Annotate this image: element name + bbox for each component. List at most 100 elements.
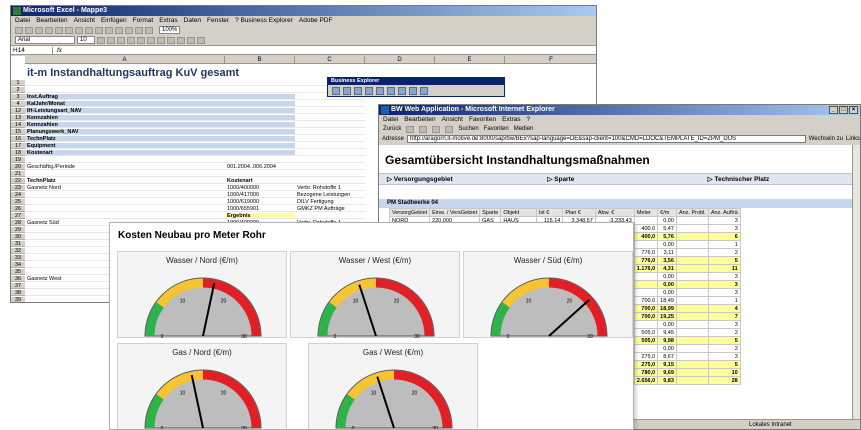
row-number[interactable]: 27 [11, 213, 25, 219]
cell[interactable] [295, 101, 365, 107]
align-right-icon[interactable] [147, 36, 155, 44]
row-number[interactable]: 23 [11, 185, 25, 191]
menu-item[interactable]: Extras [159, 17, 177, 24]
column-header[interactable]: F [505, 56, 596, 64]
save-icon[interactable] [35, 26, 43, 34]
cell[interactable] [25, 157, 225, 163]
spell-icon[interactable] [65, 26, 73, 34]
row-number[interactable]: 36 [11, 276, 25, 282]
cell[interactable] [25, 213, 225, 219]
cell[interactable]: Kennzahlen [25, 122, 225, 128]
cell[interactable] [25, 192, 225, 198]
back-icon[interactable] [365, 87, 373, 95]
row-number[interactable]: 24 [11, 192, 25, 198]
new-icon[interactable] [15, 26, 23, 34]
layout-icon[interactable] [387, 87, 395, 95]
font-size-select[interactable]: 10 [77, 36, 95, 44]
cell[interactable] [295, 122, 365, 128]
table-header[interactable]: Anz. Probl. [675, 208, 709, 217]
cell[interactable] [25, 206, 225, 212]
cell[interactable] [295, 164, 365, 170]
row-number[interactable]: 4 [11, 101, 25, 107]
cell[interactable]: Gasnetz Nord [25, 185, 225, 191]
row-number[interactable]: 33 [11, 255, 25, 261]
maximize-button[interactable]: □ [839, 106, 848, 114]
save-query-icon[interactable] [343, 87, 351, 95]
cell[interactable] [225, 171, 295, 177]
open-icon[interactable] [25, 26, 33, 34]
cell[interactable] [225, 101, 295, 107]
column-header[interactable]: D [365, 56, 435, 64]
table-header[interactable]: €/m [657, 208, 677, 217]
row-number[interactable]: 12 [11, 108, 25, 114]
menu-item[interactable]: Fenster [207, 17, 229, 24]
cell[interactable] [295, 108, 365, 114]
menu-item[interactable]: Extras [502, 116, 520, 123]
fill-color-icon[interactable] [187, 36, 195, 44]
back-button[interactable]: Zurück [383, 126, 401, 132]
table-header[interactable]: Meter [633, 208, 659, 217]
home-icon[interactable] [445, 125, 454, 133]
menu-item[interactable]: Bearbeiten [404, 116, 435, 123]
cell[interactable] [295, 129, 365, 135]
column-header[interactable]: A [25, 56, 225, 64]
cell[interactable] [295, 157, 365, 163]
row-number[interactable]: 29 [11, 227, 25, 233]
help-icon[interactable] [420, 87, 428, 95]
cell[interactable] [25, 87, 225, 93]
cell[interactable] [25, 80, 225, 86]
cell[interactable] [225, 157, 295, 163]
forward-icon[interactable] [406, 125, 415, 133]
cell[interactable] [225, 143, 295, 149]
cell[interactable] [295, 115, 365, 121]
table-header[interactable]: Einw. / VersGebiet [429, 208, 481, 217]
row-number[interactable]: 14 [11, 122, 25, 128]
cell[interactable]: Kostenart [25, 150, 225, 156]
preview-icon[interactable] [55, 26, 63, 34]
row-number[interactable]: 19 [11, 157, 25, 163]
font-select[interactable]: Arial [15, 36, 75, 44]
table-header[interactable]: Objekt [500, 208, 537, 217]
vertical-scrollbar[interactable] [852, 145, 860, 419]
cell[interactable]: Planungswerk_NAV [25, 129, 225, 135]
cell[interactable]: KalJahr/Monat [25, 101, 225, 107]
row-number[interactable]: 28 [11, 220, 25, 226]
border-icon[interactable] [177, 36, 185, 44]
cell[interactable] [295, 213, 365, 219]
chart-icon[interactable] [145, 26, 153, 34]
menu-item[interactable]: Ansicht [442, 116, 463, 123]
menu-item[interactable]: Datei [15, 17, 30, 24]
menu-item[interactable]: Favoriten [469, 116, 496, 123]
open-query-icon[interactable] [332, 87, 340, 95]
row-number[interactable]: 15 [11, 129, 25, 135]
row-number[interactable]: 17 [11, 143, 25, 149]
row-number[interactable]: 20 [11, 164, 25, 170]
row-number[interactable]: 30 [11, 234, 25, 240]
cell[interactable] [295, 150, 365, 156]
menu-item[interactable]: Einfügen [101, 17, 127, 24]
percent-icon[interactable] [167, 36, 175, 44]
cell[interactable] [295, 178, 365, 184]
close-button[interactable]: × [849, 106, 858, 114]
currency-icon[interactable] [157, 36, 165, 44]
underline-icon[interactable] [117, 36, 125, 44]
go-button[interactable]: Wechseln zu [809, 136, 843, 142]
cell[interactable]: Inst.Auftrag [25, 94, 225, 100]
menu-item[interactable]: Adobe PDF [299, 17, 333, 24]
cell[interactable] [225, 150, 295, 156]
cell[interactable]: 1000/400000 [225, 185, 295, 191]
align-left-icon[interactable] [127, 36, 135, 44]
minimize-button[interactable]: _ [829, 106, 838, 114]
url-field[interactable]: http://aragorn.it-motive.de:8000/sap/bw/… [407, 135, 806, 143]
refresh-icon[interactable] [354, 87, 362, 95]
row-number[interactable]: 16 [11, 136, 25, 142]
paste-icon[interactable] [95, 26, 103, 34]
undo-icon[interactable] [105, 26, 113, 34]
column-header[interactable]: C [295, 56, 365, 64]
table-header[interactable]: Abw. € [594, 208, 635, 217]
row-number[interactable]: 35 [11, 269, 25, 275]
cell[interactable]: TechnPlatz [25, 136, 225, 142]
tools-icon[interactable] [398, 87, 406, 95]
table-header[interactable]: Ist € [535, 208, 564, 217]
cell[interactable]: 001.2004..006.2004 [225, 164, 295, 170]
